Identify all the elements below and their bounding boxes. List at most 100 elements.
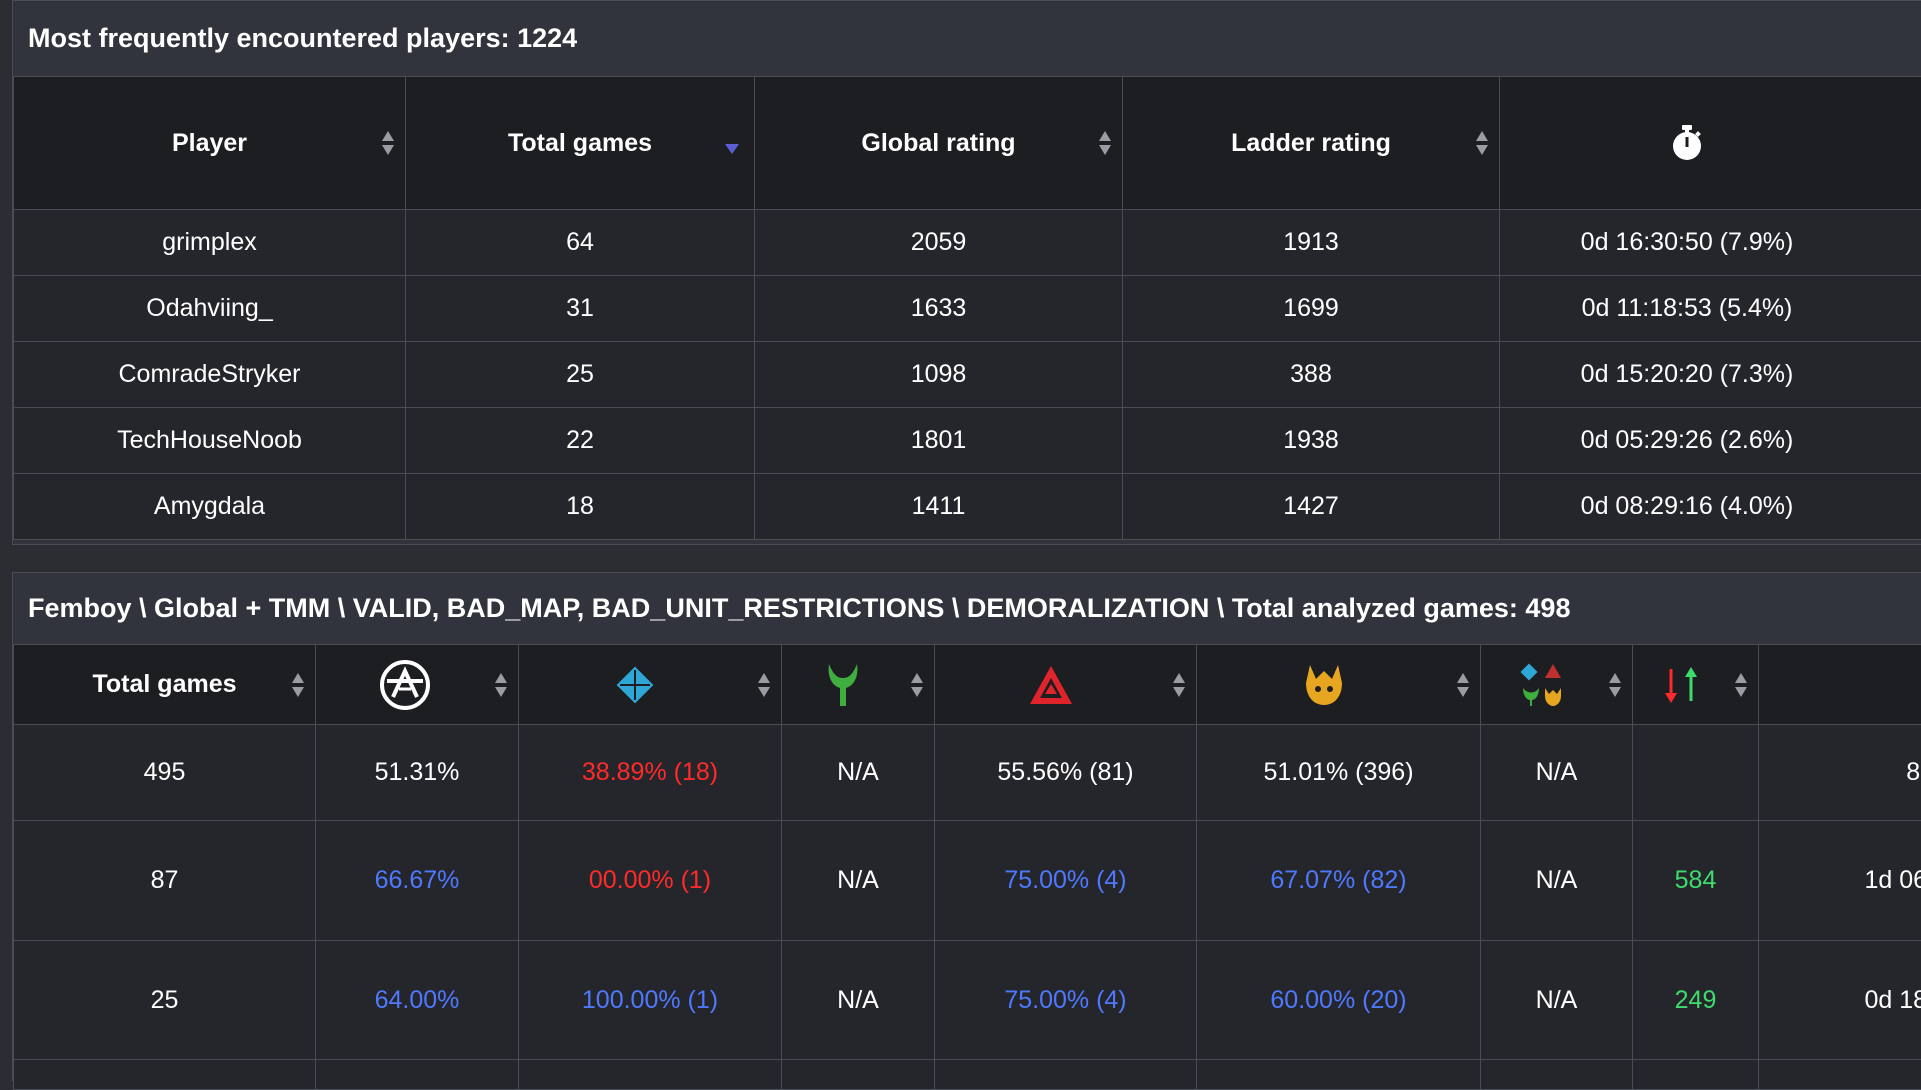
uef-winrate-cell: 64.00% bbox=[316, 941, 519, 1060]
ladder-rating-cell: 1427 bbox=[1123, 474, 1500, 540]
cybran-faction-icon bbox=[1028, 664, 1074, 706]
player-name-cell[interactable]: ComradeStryker bbox=[14, 342, 406, 408]
time-played-cell: 0d 08:29:16 (4.0%) bbox=[1500, 474, 1921, 540]
global-rating-cell: 2059 bbox=[755, 210, 1123, 276]
random-winrate-cell: N/A bbox=[1481, 821, 1633, 941]
ladder-rating-cell: 1699 bbox=[1123, 276, 1500, 342]
time-played-cell: 0d 15:20:20 (7.3%) bbox=[1500, 342, 1921, 408]
faction-stats-panel: Femboy \ Global + TMM \ VALID, BAD_MAP, … bbox=[12, 572, 1921, 1081]
players-table: Player Total games Global rating Ladder … bbox=[13, 76, 1921, 540]
column-header-total-games[interactable]: Total games bbox=[406, 77, 755, 210]
total-games-cell: 31 bbox=[406, 276, 755, 342]
cybran-winrate-cell: 55.56% (81) bbox=[935, 725, 1197, 821]
column-header-aeon[interactable] bbox=[519, 645, 782, 725]
column-header-uef[interactable] bbox=[316, 645, 519, 725]
sort-icon[interactable] bbox=[1734, 671, 1748, 699]
random-factions-icon bbox=[1519, 662, 1565, 708]
uef-faction-icon bbox=[379, 659, 431, 711]
random-winrate-cell: N/A bbox=[1481, 941, 1633, 1060]
stats-row: 49551.31%38.89% (18)N/A55.56% (81)51.01%… bbox=[14, 725, 1921, 821]
total-games-cell bbox=[14, 1060, 316, 1090]
sort-icon[interactable] bbox=[1608, 671, 1622, 699]
player-name-cell[interactable]: grimplex bbox=[14, 210, 406, 276]
player-row[interactable]: Odahviing_31163316990d 11:18:53 (5.4%) bbox=[14, 276, 1921, 342]
sort-icon[interactable] bbox=[291, 671, 305, 699]
sort-icon[interactable] bbox=[1475, 129, 1489, 157]
cybran-winrate-cell bbox=[935, 1060, 1197, 1090]
time-played-cell: 0d 18: bbox=[1759, 941, 1921, 1060]
aeon-winrate-cell bbox=[519, 1060, 782, 1090]
sort-descending-icon[interactable] bbox=[724, 143, 740, 155]
panel-title: Femboy \ Global + TMM \ VALID, BAD_MAP, … bbox=[13, 573, 1921, 644]
column-header-time[interactable] bbox=[1759, 645, 1921, 725]
sort-icon[interactable] bbox=[1172, 671, 1186, 699]
sort-icon[interactable] bbox=[381, 129, 395, 157]
time-played-cell: 1d 06: bbox=[1759, 821, 1921, 941]
ladder-rating-cell: 388 bbox=[1123, 342, 1500, 408]
seraphim-winrate-cell: N/A bbox=[782, 725, 935, 821]
random-winrate-cell: N/A bbox=[1481, 725, 1633, 821]
player-name-cell[interactable]: Odahviing_ bbox=[14, 276, 406, 342]
golden-winrate-cell: 67.07% (82) bbox=[1197, 821, 1481, 941]
sort-icon[interactable] bbox=[757, 671, 771, 699]
golden-faction-icon bbox=[1304, 663, 1344, 707]
time-played-cell: 0d 11:18:53 (5.4%) bbox=[1500, 276, 1921, 342]
sort-icon[interactable] bbox=[494, 671, 508, 699]
column-header-total-games[interactable]: Total games bbox=[14, 645, 316, 725]
uef-winrate-cell: 51.31% bbox=[316, 725, 519, 821]
player-row[interactable]: ComradeStryker2510983880d 15:20:20 (7.3%… bbox=[14, 342, 1921, 408]
rating-change-icon bbox=[1661, 665, 1701, 705]
aeon-winrate-cell: 100.00% (1) bbox=[519, 941, 782, 1060]
sort-icon[interactable] bbox=[910, 671, 924, 699]
uef-winrate-cell bbox=[316, 1060, 519, 1090]
total-games-cell: 495 bbox=[14, 725, 316, 821]
sort-icon[interactable] bbox=[1456, 671, 1470, 699]
player-name-cell[interactable]: TechHouseNoob bbox=[14, 408, 406, 474]
column-label: Ladder rating bbox=[1231, 129, 1391, 157]
golden-winrate-cell: 51.01% (396) bbox=[1197, 725, 1481, 821]
aeon-winrate-cell: 00.00% (1) bbox=[519, 821, 782, 941]
global-rating-cell: 1411 bbox=[755, 474, 1123, 540]
ladder-rating-cell: 1938 bbox=[1123, 408, 1500, 474]
time-played-cell bbox=[1759, 1060, 1921, 1090]
aeon-faction-icon bbox=[614, 664, 656, 706]
rating-change-cell: 249 bbox=[1633, 941, 1759, 1060]
total-games-cell: 87 bbox=[14, 821, 316, 941]
total-games-cell: 25 bbox=[14, 941, 316, 1060]
total-games-cell: 22 bbox=[406, 408, 755, 474]
total-games-cell: 25 bbox=[406, 342, 755, 408]
seraphim-winrate-cell: N/A bbox=[782, 821, 935, 941]
column-header-golden-faction[interactable] bbox=[1197, 645, 1481, 725]
sort-icon[interactable] bbox=[1098, 129, 1112, 157]
rating-change-cell bbox=[1633, 725, 1759, 821]
global-rating-cell: 1098 bbox=[755, 342, 1123, 408]
column-header-rating-change[interactable] bbox=[1633, 645, 1759, 725]
column-header-global-rating[interactable]: Global rating bbox=[755, 77, 1123, 210]
column-header-ladder-rating[interactable]: Ladder rating bbox=[1123, 77, 1500, 210]
column-header-time[interactable] bbox=[1500, 77, 1921, 210]
time-played-cell: 0d 16:30:50 (7.9%) bbox=[1500, 210, 1921, 276]
stats-row: 2564.00%100.00% (1)N/A75.00% (4)60.00% (… bbox=[14, 941, 1921, 1060]
encountered-players-panel: Most frequently encountered players: 122… bbox=[12, 0, 1921, 545]
stopwatch-icon bbox=[1670, 124, 1704, 162]
stats-row: 8766.67%00.00% (1)N/A75.00% (4)67.07% (8… bbox=[14, 821, 1921, 941]
panel-title: Most frequently encountered players: 122… bbox=[13, 1, 1921, 76]
column-header-cybran[interactable] bbox=[935, 645, 1197, 725]
player-name-cell[interactable]: Amygdala bbox=[14, 474, 406, 540]
ladder-rating-cell: 1913 bbox=[1123, 210, 1500, 276]
column-header-seraphim[interactable] bbox=[782, 645, 935, 725]
column-header-random[interactable] bbox=[1481, 645, 1633, 725]
column-label: Global rating bbox=[861, 129, 1015, 157]
uef-winrate-cell: 66.67% bbox=[316, 821, 519, 941]
player-row[interactable]: TechHouseNoob22180119380d 05:29:26 (2.6%… bbox=[14, 408, 1921, 474]
global-rating-cell: 1633 bbox=[755, 276, 1123, 342]
column-label: Player bbox=[172, 129, 247, 157]
time-played-cell: 0d 05:29:26 (2.6%) bbox=[1500, 408, 1921, 474]
golden-winrate-cell: 60.00% (20) bbox=[1197, 941, 1481, 1060]
stats-row bbox=[14, 1060, 1921, 1090]
player-row[interactable]: grimplex64205919130d 16:30:50 (7.9%) bbox=[14, 210, 1921, 276]
player-row[interactable]: Amygdala18141114270d 08:29:16 (4.0%) bbox=[14, 474, 1921, 540]
column-label: Total games bbox=[508, 129, 652, 157]
random-winrate-cell bbox=[1481, 1060, 1633, 1090]
column-header-player[interactable]: Player bbox=[14, 77, 406, 210]
